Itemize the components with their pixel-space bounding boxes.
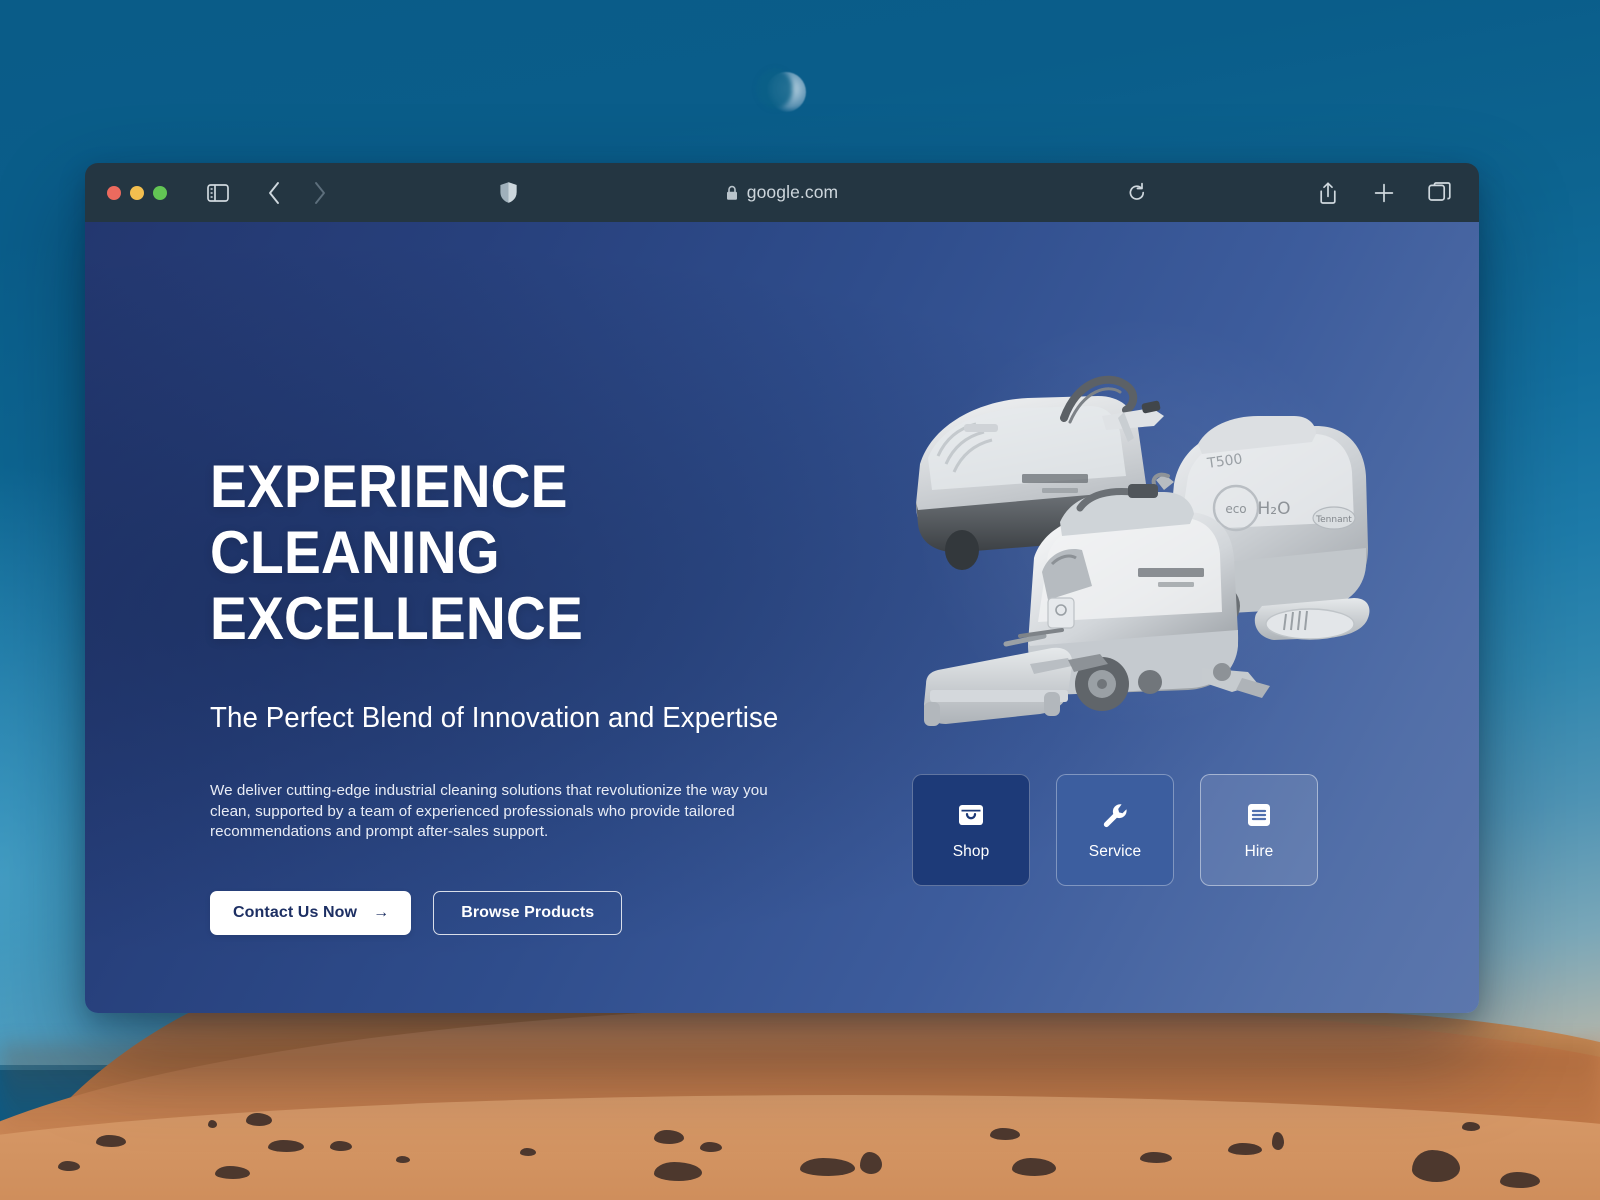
wallpaper-rock <box>396 1156 410 1163</box>
headline-line-2: CLEANING <box>210 519 500 586</box>
toolbar-right-actions <box>1311 176 1457 210</box>
wallpaper-rock <box>1228 1143 1262 1155</box>
chevron-left-icon[interactable] <box>257 176 291 210</box>
hero-section: EXPERIENCE CLEANING EXCELLENCE The Perfe… <box>85 222 1479 1013</box>
lock-icon <box>726 185 738 201</box>
wallpaper-rock <box>700 1142 722 1152</box>
minimize-button[interactable] <box>130 185 144 200</box>
hero-cta-row: Contact Us Now → Browse Products <box>210 890 850 935</box>
wallpaper-rock <box>800 1158 855 1176</box>
contact-us-label: Contact Us Now <box>233 903 358 921</box>
share-icon[interactable] <box>1311 176 1345 210</box>
wallpaper-rock <box>1500 1172 1540 1188</box>
url-text[interactable]: google.com <box>747 182 838 203</box>
wallpaper-rock <box>1272 1132 1284 1150</box>
wallpaper-rock <box>268 1140 304 1152</box>
quick-link-service[interactable]: Service <box>1056 774 1174 886</box>
hero-subheadline: The Perfect Blend of Innovation and Expe… <box>210 702 779 734</box>
quick-link-service-label: Service <box>1088 842 1142 860</box>
wallpaper-rock <box>215 1166 250 1179</box>
browser-window: google.com EXPERIENCE CLEANING EXCELLENC… <box>85 163 1479 1013</box>
wallpaper-rock <box>654 1162 702 1181</box>
wallpaper-rock <box>1012 1158 1056 1176</box>
browse-products-button[interactable]: Browse Products <box>433 890 623 935</box>
wallpaper-rock <box>96 1135 126 1147</box>
contact-us-button[interactable]: Contact Us Now → <box>210 890 412 935</box>
hero-text-column: EXPERIENCE CLEANING EXCELLENCE The Perfe… <box>210 222 850 1013</box>
sidebar-toggle-icon[interactable] <box>201 176 235 210</box>
wallpaper-rock <box>990 1128 1020 1140</box>
page-title: EXPERIENCE CLEANING EXCELLENCE <box>210 454 799 652</box>
quick-link-hire[interactable]: Hire <box>1200 774 1318 886</box>
wallpaper-rock <box>1462 1122 1480 1131</box>
wallpaper-rock <box>58 1161 80 1171</box>
desktop-wallpaper: google.com EXPERIENCE CLEANING EXCELLENC… <box>0 0 1600 1200</box>
close-button[interactable] <box>107 185 121 200</box>
maximize-button[interactable] <box>153 185 167 200</box>
headline-line-3: EXCELLENCE <box>210 585 583 652</box>
product-image: eco H₂O T500 Tennant <box>902 372 1372 752</box>
quick-link-hire-label: Hire <box>1244 842 1274 860</box>
quick-links-row: Shop Service Hire <box>912 774 1479 886</box>
shopping-bag-icon <box>956 800 986 830</box>
svg-text:Tennant: Tennant <box>1315 515 1352 525</box>
svg-text:eco: eco <box>1225 502 1246 516</box>
address-bar[interactable]: google.com <box>85 182 1479 203</box>
hero-body-text: We deliver cutting-edge industrial clean… <box>210 782 768 840</box>
quick-link-shop[interactable]: Shop <box>912 774 1030 886</box>
hero-visual-column: eco H₂O T500 Tennant Shop Service Hire <box>850 222 1479 1013</box>
privacy-shield-icon[interactable] <box>491 176 525 210</box>
wallpaper-rock <box>860 1152 882 1174</box>
plus-icon[interactable] <box>1367 176 1401 210</box>
document-list-icon <box>1244 800 1274 830</box>
browser-toolbar: google.com <box>85 163 1479 222</box>
wallpaper-rock <box>520 1148 536 1156</box>
wallpaper-rock <box>654 1130 684 1144</box>
wallpaper-rock <box>208 1120 217 1128</box>
window-controls <box>107 185 167 200</box>
svg-text:H₂O: H₂O <box>1258 499 1291 519</box>
chevron-right-icon[interactable] <box>303 176 337 210</box>
arrow-right-icon: → <box>373 903 390 921</box>
headline-line-1: EXPERIENCE <box>210 453 568 520</box>
wallpaper-rock <box>330 1141 352 1151</box>
page-viewport: EXPERIENCE CLEANING EXCELLENCE The Perfe… <box>85 222 1479 1013</box>
wallpaper-rock <box>246 1113 272 1126</box>
tab-overview-icon[interactable] <box>1423 176 1457 210</box>
crescent-moon-icon <box>766 72 806 112</box>
reload-icon[interactable] <box>1120 176 1154 210</box>
quick-link-shop-label: Shop <box>952 842 990 860</box>
wrench-icon <box>1100 800 1130 830</box>
browse-products-label: Browse Products <box>461 903 595 921</box>
wallpaper-rock <box>1140 1152 1172 1163</box>
